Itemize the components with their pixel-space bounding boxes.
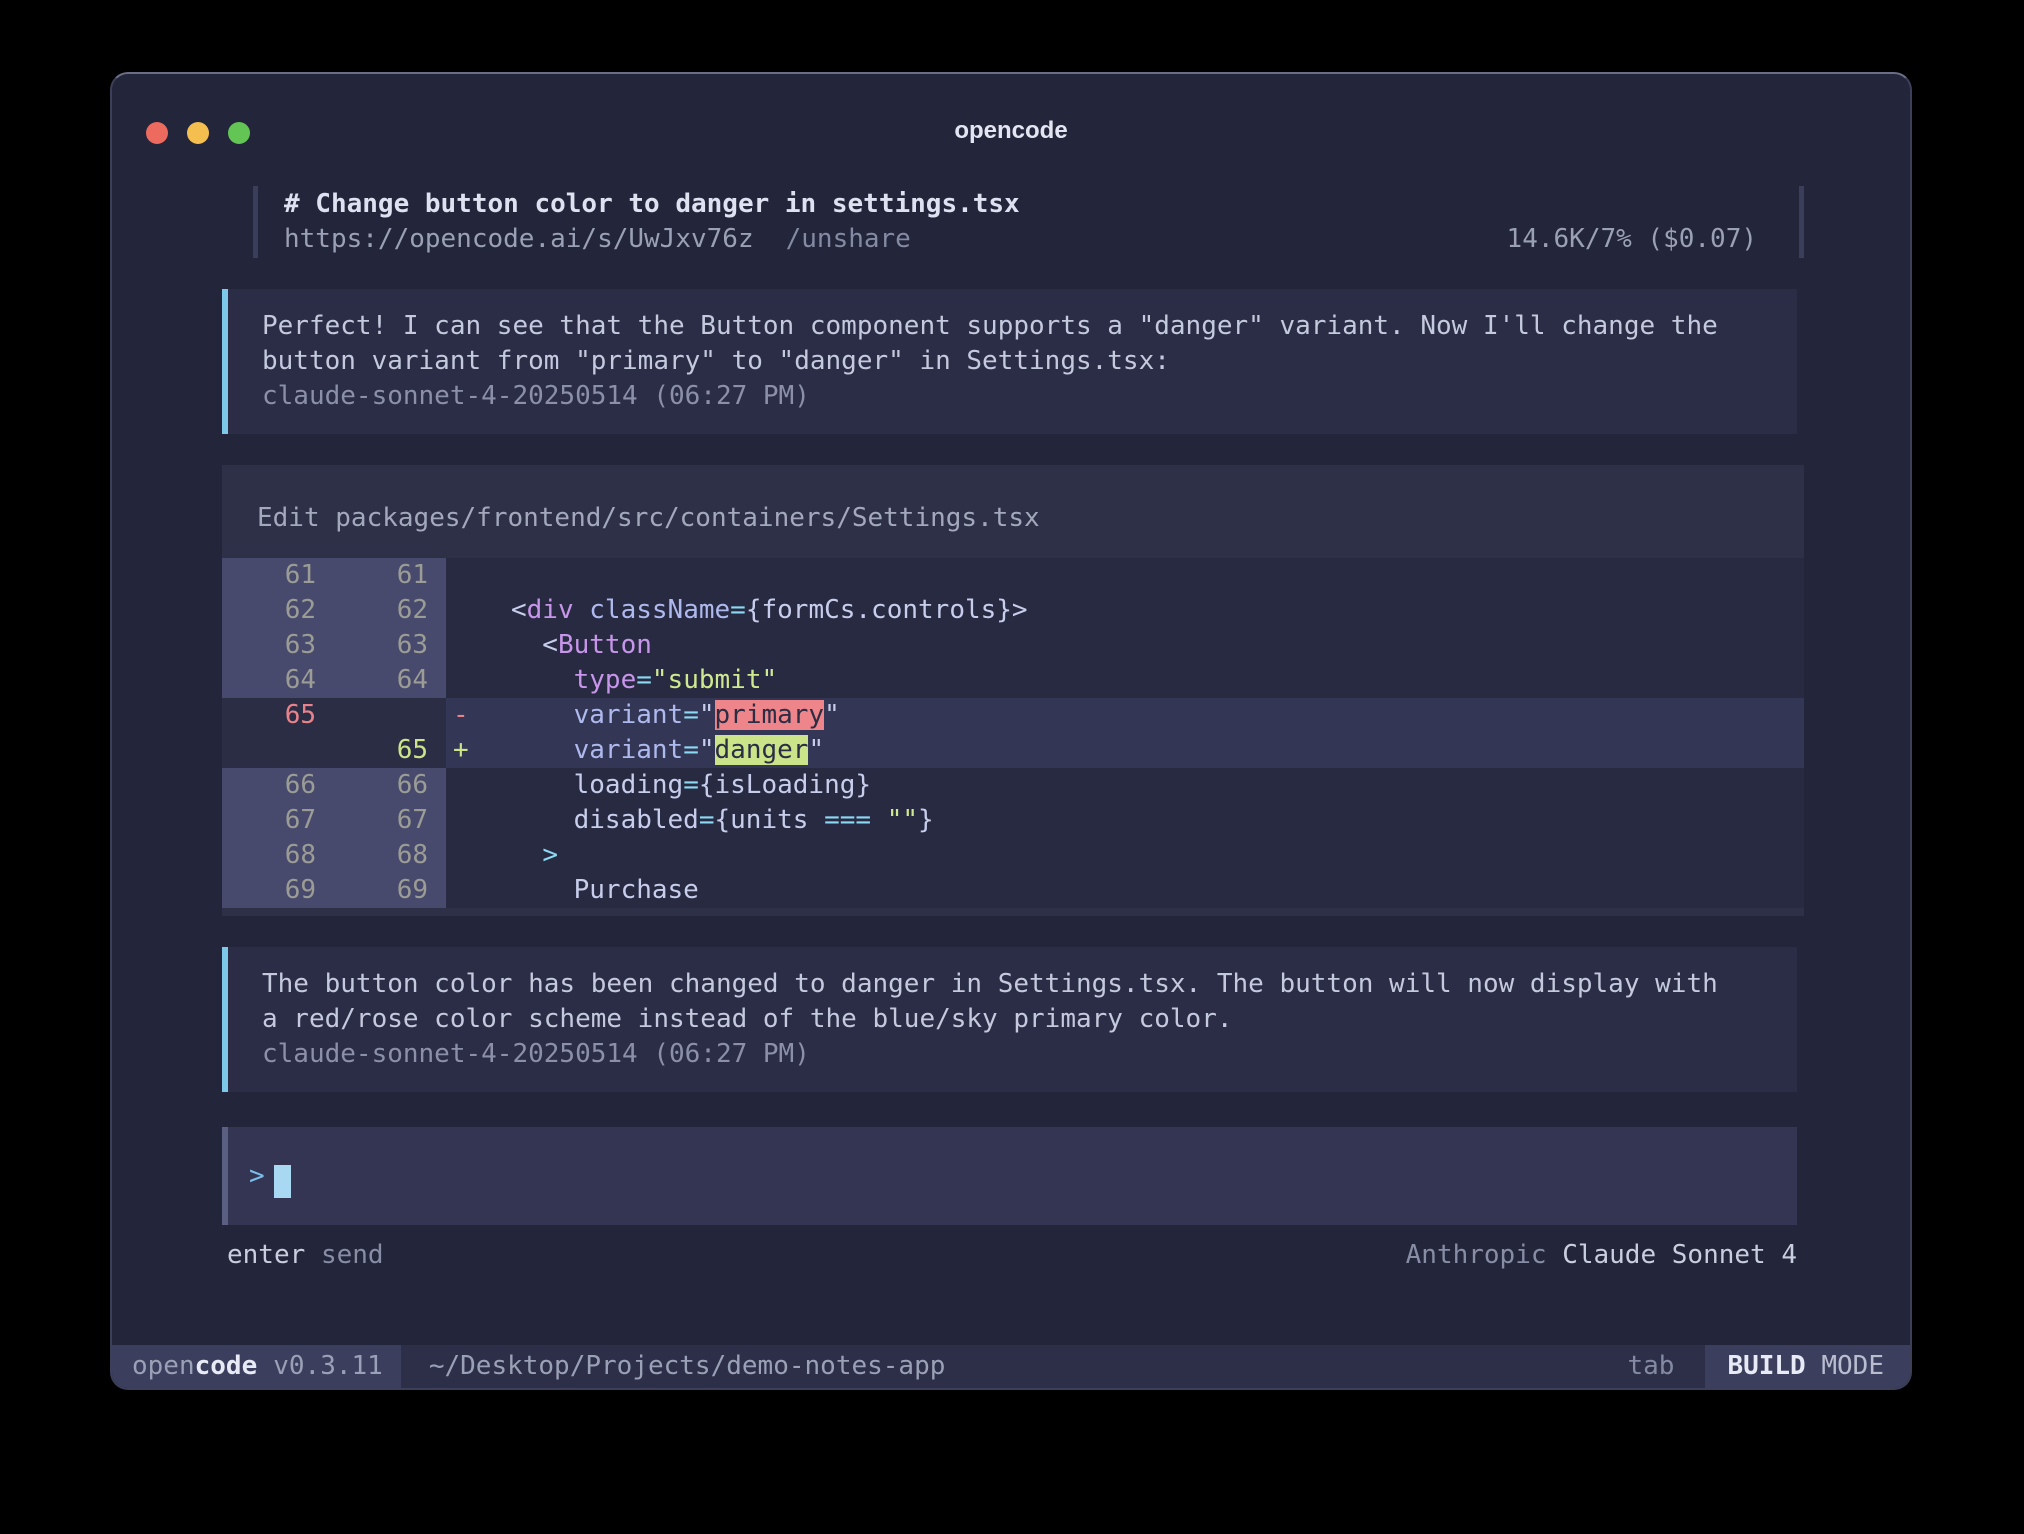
diff-row: 6363 <Button [222,628,1804,663]
status-bar: opencode v0.3.11 ~/Desktop/Projects/demo-… [112,1345,1910,1388]
statusbar-spacer [945,1345,1601,1388]
unshare-command[interactable]: /unshare [786,224,911,254]
session-title: # Change button color to danger in setti… [284,187,1799,222]
send-label: send [321,1240,384,1270]
app-name-open: open [132,1349,195,1384]
assistant-message: Perfect! I can see that the Button compo… [222,289,1797,434]
app-version: v0.3.11 [273,1349,383,1384]
assistant-message-text: Perfect! I can see that the Button compo… [262,309,1797,379]
assistant-message-meta: claude-sonnet-4-20250514 (06:27 PM) [262,1037,1797,1072]
edit-tool-label: Edit [257,503,320,533]
text-cursor [274,1165,291,1198]
mode-segment[interactable]: BUILD MODE [1700,1345,1910,1388]
app-name-code: code [195,1349,258,1384]
assistant-message-meta: claude-sonnet-4-20250514 (06:27 PM) [262,379,1797,414]
diff-row: 6868 > [222,838,1804,873]
diff-rows: 61616262<div className={formCs.controls}… [222,558,1804,908]
provider-label: Anthropic [1406,1240,1547,1270]
session-header: # Change button color to danger in setti… [253,186,1804,258]
prompt-input[interactable]: > [222,1127,1797,1225]
model-label: Claude Sonnet 4 [1562,1240,1797,1270]
mode-name: BUILD [1727,1349,1805,1384]
send-hint: enter send [227,1238,384,1273]
traffic-lights [146,122,250,144]
enter-key-hint: enter [227,1240,305,1270]
titlebar: opencode [112,74,1910,186]
diff-row: 6262<div className={formCs.controls}> [222,593,1804,628]
diff-row: 6161 [222,558,1804,593]
token-usage: 14.6K/7% ($0.07) [1507,222,1799,257]
assistant-message: The button color has been changed to dan… [222,947,1797,1092]
working-directory: ~/Desktop/Projects/demo-notes-app [401,1345,946,1388]
tab-key-hint[interactable]: tab [1601,1345,1700,1388]
window-title: opencode [954,113,1067,148]
model-indicator[interactable]: Anthropic Claude Sonnet 4 [1406,1238,1797,1273]
diff-row: 6464 type="submit" [222,663,1804,698]
prompt-caret: > [249,1159,265,1194]
edit-tool-file: packages/frontend/src/containers/Setting… [335,503,1039,533]
session-view: # Change button color to danger in setti… [222,186,1804,1345]
close-window-icon[interactable] [146,122,168,144]
edit-tool-block: Edit packages/frontend/src/containers/Se… [222,465,1804,916]
mode-suffix: MODE [1806,1349,1884,1384]
zoom-window-icon[interactable] [228,122,250,144]
share-line: https://opencode.ai/s/UwJxv76z/unshare [284,222,911,257]
assistant-message-text: The button color has been changed to dan… [262,967,1797,1037]
session-subheader: https://opencode.ai/s/UwJxv76z/unshare 1… [284,222,1799,257]
share-url-link[interactable]: https://opencode.ai/s/UwJxv76z [284,224,754,254]
opencode-window: opencode # Change button color to danger… [110,72,1912,1390]
diff-row: 6969 Purchase [222,873,1804,908]
diff-row: 65- variant="primary" [222,698,1804,733]
edit-tool-header: Edit packages/frontend/src/containers/Se… [222,465,1804,558]
minimize-window-icon[interactable] [187,122,209,144]
diff-row: 65+ variant="danger" [222,733,1804,768]
input-hints-row: enter send Anthropic Claude Sonnet 4 [227,1238,1797,1273]
diff-row: 6767 disabled={units === ""} [222,803,1804,838]
app-version-segment: opencode v0.3.11 [112,1345,401,1388]
diff-row: 6666 loading={isLoading} [222,768,1804,803]
